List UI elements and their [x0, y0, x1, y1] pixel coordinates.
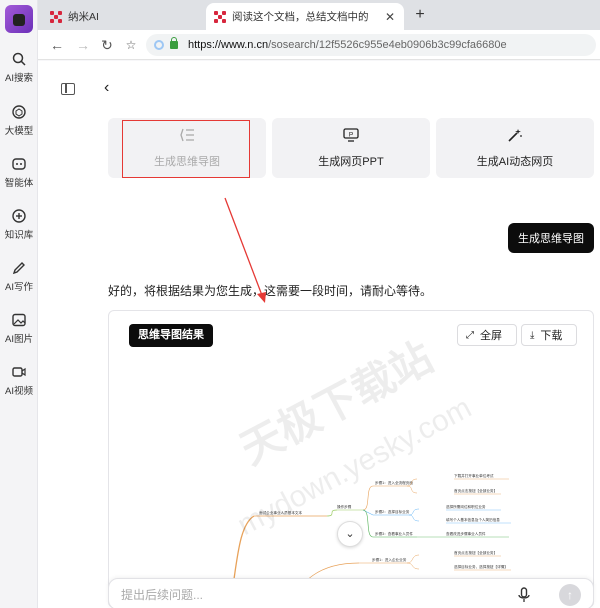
rail-item-ai-search[interactable]: AI搜索 — [0, 52, 38, 84]
followup-input[interactable] — [121, 585, 501, 605]
rail-label: AI写作 — [5, 282, 33, 293]
rail-label: 智能体 — [4, 178, 34, 189]
rail-item-knowledge[interactable]: 知识库 — [0, 209, 38, 241]
rail-label: AI搜索 — [5, 73, 33, 84]
followup-input-bar: ↑ — [108, 578, 594, 608]
pen-icon — [12, 261, 26, 275]
send-arrow-icon[interactable]: ↑ — [559, 584, 581, 606]
annotation-arrow — [224, 197, 266, 303]
address-bar[interactable]: https://www.n.cn/sosearch/12f5526c955e4e… — [146, 34, 596, 56]
agent-icon — [12, 157, 26, 171]
search-icon — [12, 52, 26, 66]
rail-item-agent[interactable]: 智能体 — [0, 157, 38, 189]
video-icon — [12, 365, 26, 379]
image-icon — [12, 313, 26, 327]
rail-label: AI视频 — [5, 386, 33, 397]
rail-item-video[interactable]: AI视频 — [0, 365, 38, 397]
forward-arrow-icon[interactable]: → — [74, 36, 92, 54]
page-content: ‹ 生成思维导图 P 生成网页PPT 生成AI动态网页 生成思维导图 好的，将根… — [38, 61, 600, 608]
browser-tab-bar: 纳米AI 阅读这个文档，总结文档中的 ✕ + — [38, 0, 600, 30]
rail-label: AI图片 — [5, 334, 33, 345]
site-info-icon[interactable] — [154, 40, 164, 50]
app-logo[interactable] — [5, 5, 33, 33]
site-favicon-icon — [214, 10, 226, 23]
lock-icon — [170, 37, 178, 49]
site-favicon-icon — [50, 10, 62, 23]
close-tab-icon[interactable]: ✕ — [382, 10, 398, 24]
url-host: https://www.n.cn — [188, 39, 269, 51]
browser-toolbar: ← → ↻ ☆ https://www.n.cn/sosearch/12f552… — [38, 30, 600, 60]
app-rail: AI搜索 大模型 智能体 知识库 AI写作 AI图片 AI视频 — [0, 0, 38, 608]
back-arrow-icon[interactable]: ← — [48, 36, 66, 54]
microphone-icon[interactable] — [517, 587, 531, 603]
knowledge-icon — [12, 209, 26, 223]
rail-label: 大模型 — [4, 126, 34, 137]
url-path: /sosearch/12f5526c955e4eb0906b3c99cfa668… — [268, 39, 507, 51]
cube-icon — [12, 105, 26, 119]
rail-label: 知识库 — [4, 230, 34, 241]
rail-item-image[interactable]: AI图片 — [0, 313, 38, 345]
tab-document-summary[interactable]: 阅读这个文档，总结文档中的 ✕ — [206, 3, 404, 30]
rail-item-model[interactable]: 大模型 — [0, 105, 38, 137]
bookmark-star-icon[interactable]: ☆ — [122, 36, 140, 54]
rail-item-writing[interactable]: AI写作 — [0, 261, 38, 293]
tab-title: 阅读这个文档，总结文档中的 — [232, 11, 369, 23]
reload-icon[interactable]: ↻ — [98, 36, 116, 54]
tab-namiai[interactable]: 纳米AI — [42, 3, 202, 30]
new-tab-button[interactable]: + — [410, 5, 430, 25]
tab-title: 纳米AI — [68, 11, 99, 23]
